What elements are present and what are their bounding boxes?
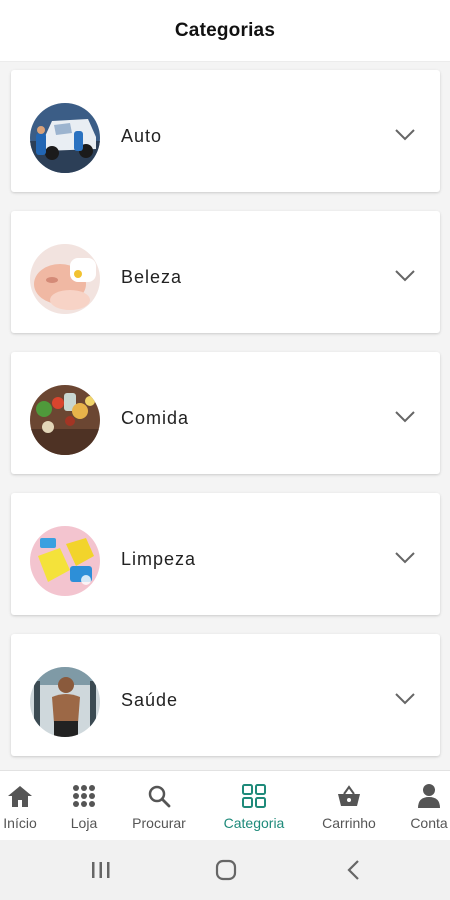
- nav-item-categoria[interactable]: Categoria: [216, 771, 292, 841]
- category-image-saude: [30, 667, 100, 737]
- category-image-auto: [30, 103, 100, 173]
- search-icon: [147, 783, 171, 809]
- category-grid-icon: [241, 783, 267, 809]
- category-card-auto[interactable]: Auto: [11, 70, 440, 192]
- category-card-limpeza[interactable]: Limpeza: [11, 493, 440, 615]
- chevron-down-icon[interactable]: [394, 551, 416, 565]
- category-label: Comida: [121, 408, 190, 428]
- category-list: Auto Beleza Comida Limpeza Saúde: [0, 62, 450, 770]
- app-header: Categorias: [0, 0, 450, 62]
- nav-label: Procurar: [132, 815, 186, 831]
- basket-icon: [336, 783, 362, 809]
- nav-label: Início: [3, 815, 37, 831]
- chevron-down-icon[interactable]: [394, 692, 416, 706]
- system-navigation-bar: [0, 840, 450, 900]
- category-card-beleza[interactable]: Beleza: [11, 211, 440, 333]
- category-label: Beleza: [121, 267, 183, 287]
- category-card-saude[interactable]: Saúde: [11, 634, 440, 756]
- chevron-down-icon[interactable]: [394, 410, 416, 424]
- grid-dots-icon: [72, 783, 96, 809]
- nav-label: Carrinho: [322, 815, 376, 831]
- category-image-beleza: [30, 244, 100, 314]
- home-icon: [7, 783, 33, 809]
- category-image-comida: [30, 385, 100, 455]
- home-circle-icon[interactable]: [213, 858, 239, 882]
- chevron-down-icon[interactable]: [394, 128, 416, 142]
- category-label: Auto: [121, 126, 163, 146]
- recent-apps-icon[interactable]: [88, 858, 114, 882]
- category-image-limpeza: [30, 526, 100, 596]
- nav-item-conta[interactable]: Conta: [406, 771, 450, 841]
- chevron-down-icon[interactable]: [394, 269, 416, 283]
- nav-item-inicio[interactable]: Início: [0, 771, 42, 841]
- nav-item-procurar[interactable]: Procurar: [126, 771, 192, 841]
- person-icon: [417, 783, 441, 809]
- nav-label: Categoria: [223, 815, 285, 831]
- nav-item-carrinho[interactable]: Carrinho: [316, 771, 382, 841]
- nav-item-loja[interactable]: Loja: [62, 771, 106, 841]
- nav-label: Loja: [70, 815, 98, 831]
- page-title: Categorias: [174, 19, 276, 41]
- category-label: Saúde: [121, 690, 179, 710]
- category-card-comida[interactable]: Comida: [11, 352, 440, 474]
- back-icon[interactable]: [342, 858, 364, 882]
- nav-label: Conta: [410, 815, 448, 831]
- category-label: Limpeza: [121, 549, 197, 569]
- bottom-navigation: Início Loja Procurar Categoria Carrinho …: [0, 770, 450, 840]
